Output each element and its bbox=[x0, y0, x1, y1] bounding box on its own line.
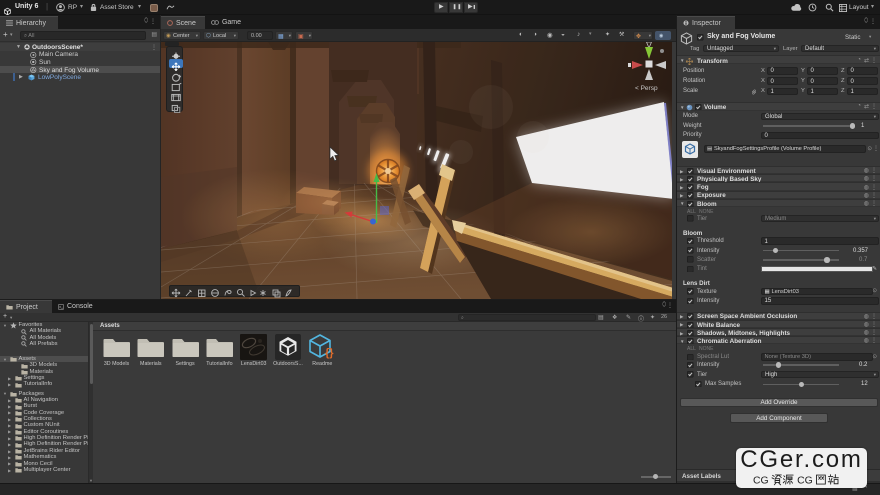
svg-text:CG: CG bbox=[753, 475, 769, 486]
svg-text:{}: {} bbox=[325, 347, 334, 359]
svg-text:CG: CG bbox=[797, 475, 813, 486]
